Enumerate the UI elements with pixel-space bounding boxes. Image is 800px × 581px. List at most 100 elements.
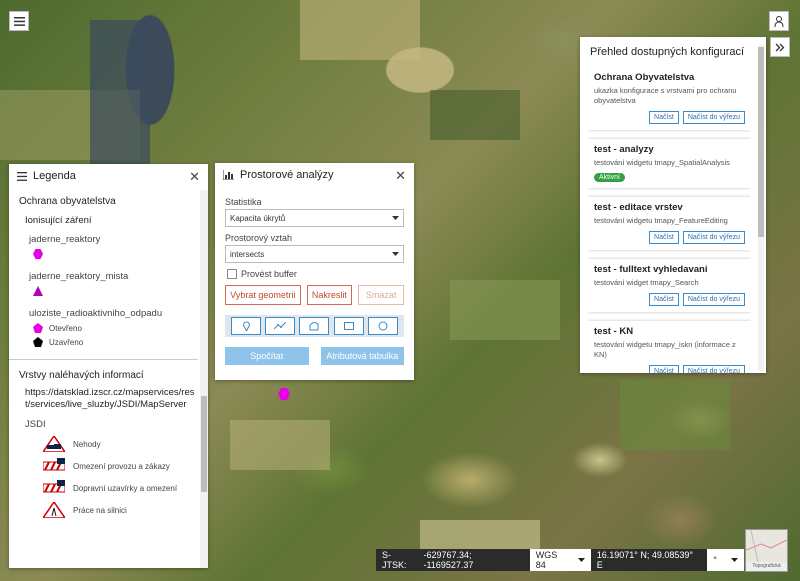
map-field xyxy=(450,280,560,340)
legend-traffic-item: Nehody xyxy=(43,436,198,452)
unit-dropdown[interactable]: ° xyxy=(707,549,744,571)
analysis-header: Prostorové analýzy ✕ xyxy=(215,163,414,187)
map-field xyxy=(300,0,420,60)
user-icon xyxy=(774,15,784,27)
legend-traffic-item: Dopravní uzavírky a omezení xyxy=(43,480,198,496)
config-card: test - fulltext vyhledavani testování wi… xyxy=(588,259,751,312)
config-actions: Načíst Načíst do výřezu xyxy=(594,231,745,244)
config-name: test - analyzy xyxy=(594,144,654,155)
draw-polyline-button[interactable] xyxy=(265,317,296,335)
collapse-panel-button[interactable] xyxy=(770,37,790,57)
restriction-icon xyxy=(43,458,65,471)
statistics-select-value: Kapacita úkrytů xyxy=(230,213,286,223)
caret-down-icon xyxy=(577,558,585,562)
statistics-label: Statistika xyxy=(225,197,262,207)
legend-layer-name: JSDI xyxy=(25,419,46,430)
compute-button[interactable]: Spočítat xyxy=(225,347,309,365)
crs-dropdown-value: WGS 84 xyxy=(535,550,558,570)
load-button[interactable]: Načíst xyxy=(649,293,679,306)
load-button[interactable]: Načíst xyxy=(649,365,679,373)
menu-button[interactable] xyxy=(9,11,29,31)
config-actions: Načíst Načíst do výřezu xyxy=(594,111,745,124)
legend-traffic-label: Práce na silnici xyxy=(73,505,127,515)
checkbox-box[interactable] xyxy=(227,269,237,279)
statistics-select[interactable]: Kapacita úkrytů xyxy=(225,209,404,227)
load-button[interactable]: Načíst xyxy=(649,231,679,244)
select-geometry-button[interactable]: Vybrat geometrii xyxy=(225,285,301,305)
delete-button[interactable]: Smazat xyxy=(358,285,405,305)
load-to-extent-button[interactable]: Načíst do výřezu xyxy=(682,293,745,306)
draw-button[interactable]: Nakreslit xyxy=(306,285,353,305)
polygon-icon xyxy=(309,321,319,330)
geometry-actions: Vybrat geometrii Nakreslit Smazat xyxy=(225,285,405,305)
relation-label: Prostorový vztah xyxy=(225,233,293,243)
coordinate-system-label: S-JTSK: xyxy=(382,550,407,570)
load-to-extent-button[interactable]: Načíst do výřezu xyxy=(682,365,745,373)
spatial-analysis-panel: Prostorové analýzy ✕ Statistika Kapacita… xyxy=(215,163,414,380)
legend-symbol-label: Otevřeno xyxy=(49,323,82,333)
legend-traffic-label: Dopravní uzavírky a omezení xyxy=(73,483,178,493)
close-icon[interactable]: ✕ xyxy=(395,169,406,182)
legend-header: Legenda ✕ xyxy=(9,164,208,188)
buffer-checkbox[interactable]: Provést buffer xyxy=(227,269,414,279)
draw-polygon-button[interactable] xyxy=(299,317,330,335)
user-button[interactable] xyxy=(769,11,789,31)
relation-select-value: intersects xyxy=(230,249,265,259)
load-to-extent-button[interactable]: Načíst do výřezu xyxy=(682,231,745,244)
crs-dropdown[interactable]: WGS 84 xyxy=(529,549,591,571)
close-icon[interactable]: ✕ xyxy=(189,170,200,183)
legend-scrollbar[interactable] xyxy=(200,190,208,568)
list-icon xyxy=(17,171,27,181)
draw-point-button[interactable] xyxy=(231,317,262,335)
hamburger-icon xyxy=(13,16,25,26)
draw-rectangle-button[interactable] xyxy=(333,317,364,335)
config-description: testování widgetu tmapy_SpatialAnalysis xyxy=(594,158,730,167)
config-description: testování widgetu tmapy_iskn (informace … xyxy=(594,340,736,359)
config-name: test - editace vrstev xyxy=(594,202,683,213)
load-button[interactable]: Načíst xyxy=(649,111,679,124)
legend-content: Ochrana obyvatelstva Ionisující záření j… xyxy=(9,190,198,568)
load-to-extent-button[interactable]: Načíst do výřezu xyxy=(682,111,745,124)
legend-layer-name: uloziste_radioaktivniho_odpadu xyxy=(29,308,163,319)
configurations-list: Ochrana Obyvatelstva ukazka konfigurace … xyxy=(588,67,751,373)
legend-traffic-item: Práce na silnici xyxy=(43,502,198,518)
config-name: Ochrana Obyvatelstva xyxy=(594,72,695,83)
legend-group-title: Vrstvy naléhavých informací xyxy=(19,370,144,381)
chart-icon xyxy=(223,170,234,180)
map-field xyxy=(90,20,150,180)
configurations-scrollbar-thumb[interactable] xyxy=(758,47,764,237)
relation-select[interactable]: intersects xyxy=(225,245,404,263)
pentagon-icon xyxy=(33,323,43,333)
roadworks-icon xyxy=(43,502,65,518)
config-actions: Načíst Načíst do výřezu xyxy=(594,293,745,306)
service-url: https://datsklad.izscr.cz/mapservices/re… xyxy=(25,387,195,410)
coordinate-bar: S-JTSK: -629767.34; -1169527.37 WGS 84 1… xyxy=(376,549,744,571)
pin-icon xyxy=(242,321,250,331)
basemap-switcher[interactable]: Topografická xyxy=(745,529,788,572)
config-name: test - KN xyxy=(594,326,634,337)
caret-down-icon xyxy=(392,216,399,220)
accident-icon xyxy=(43,436,65,452)
legend-title: Legenda xyxy=(33,170,76,182)
legend-scrollbar-thumb[interactable] xyxy=(201,396,207,492)
closure-icon xyxy=(43,480,65,493)
configurations-title: Přehled dostupných konfigurací xyxy=(590,46,745,58)
draw-tools xyxy=(225,315,404,337)
circle-icon xyxy=(378,321,388,331)
divider xyxy=(9,359,198,360)
rectangle-icon xyxy=(343,322,354,330)
config-description: ukazka konfigurace s vrstvami pro ochran… xyxy=(594,86,737,105)
analysis-title: Prostorové analýzy xyxy=(240,169,334,181)
caret-down-icon xyxy=(731,558,738,562)
legend-subgroup-title: Ionisující záření xyxy=(25,215,92,226)
legend-layer-name: jaderne_reaktory xyxy=(29,234,101,245)
attribute-table-button[interactable]: Atributová tabulka xyxy=(320,347,404,365)
legend-symbol-label: Uzavřeno xyxy=(49,337,84,347)
coordinate-xy: -629767.34; -1169527.37 xyxy=(423,550,474,570)
legend-group-title: Ochrana obyvatelstva xyxy=(19,196,116,207)
pentagon-icon xyxy=(33,337,43,347)
configurations-panel: Přehled dostupných konfigurací Ochrana O… xyxy=(580,37,766,373)
config-card: test - KN testování widgetu tmapy_iskn (… xyxy=(588,321,751,373)
draw-circle-button[interactable] xyxy=(367,317,398,335)
map-marker[interactable] xyxy=(278,388,290,400)
